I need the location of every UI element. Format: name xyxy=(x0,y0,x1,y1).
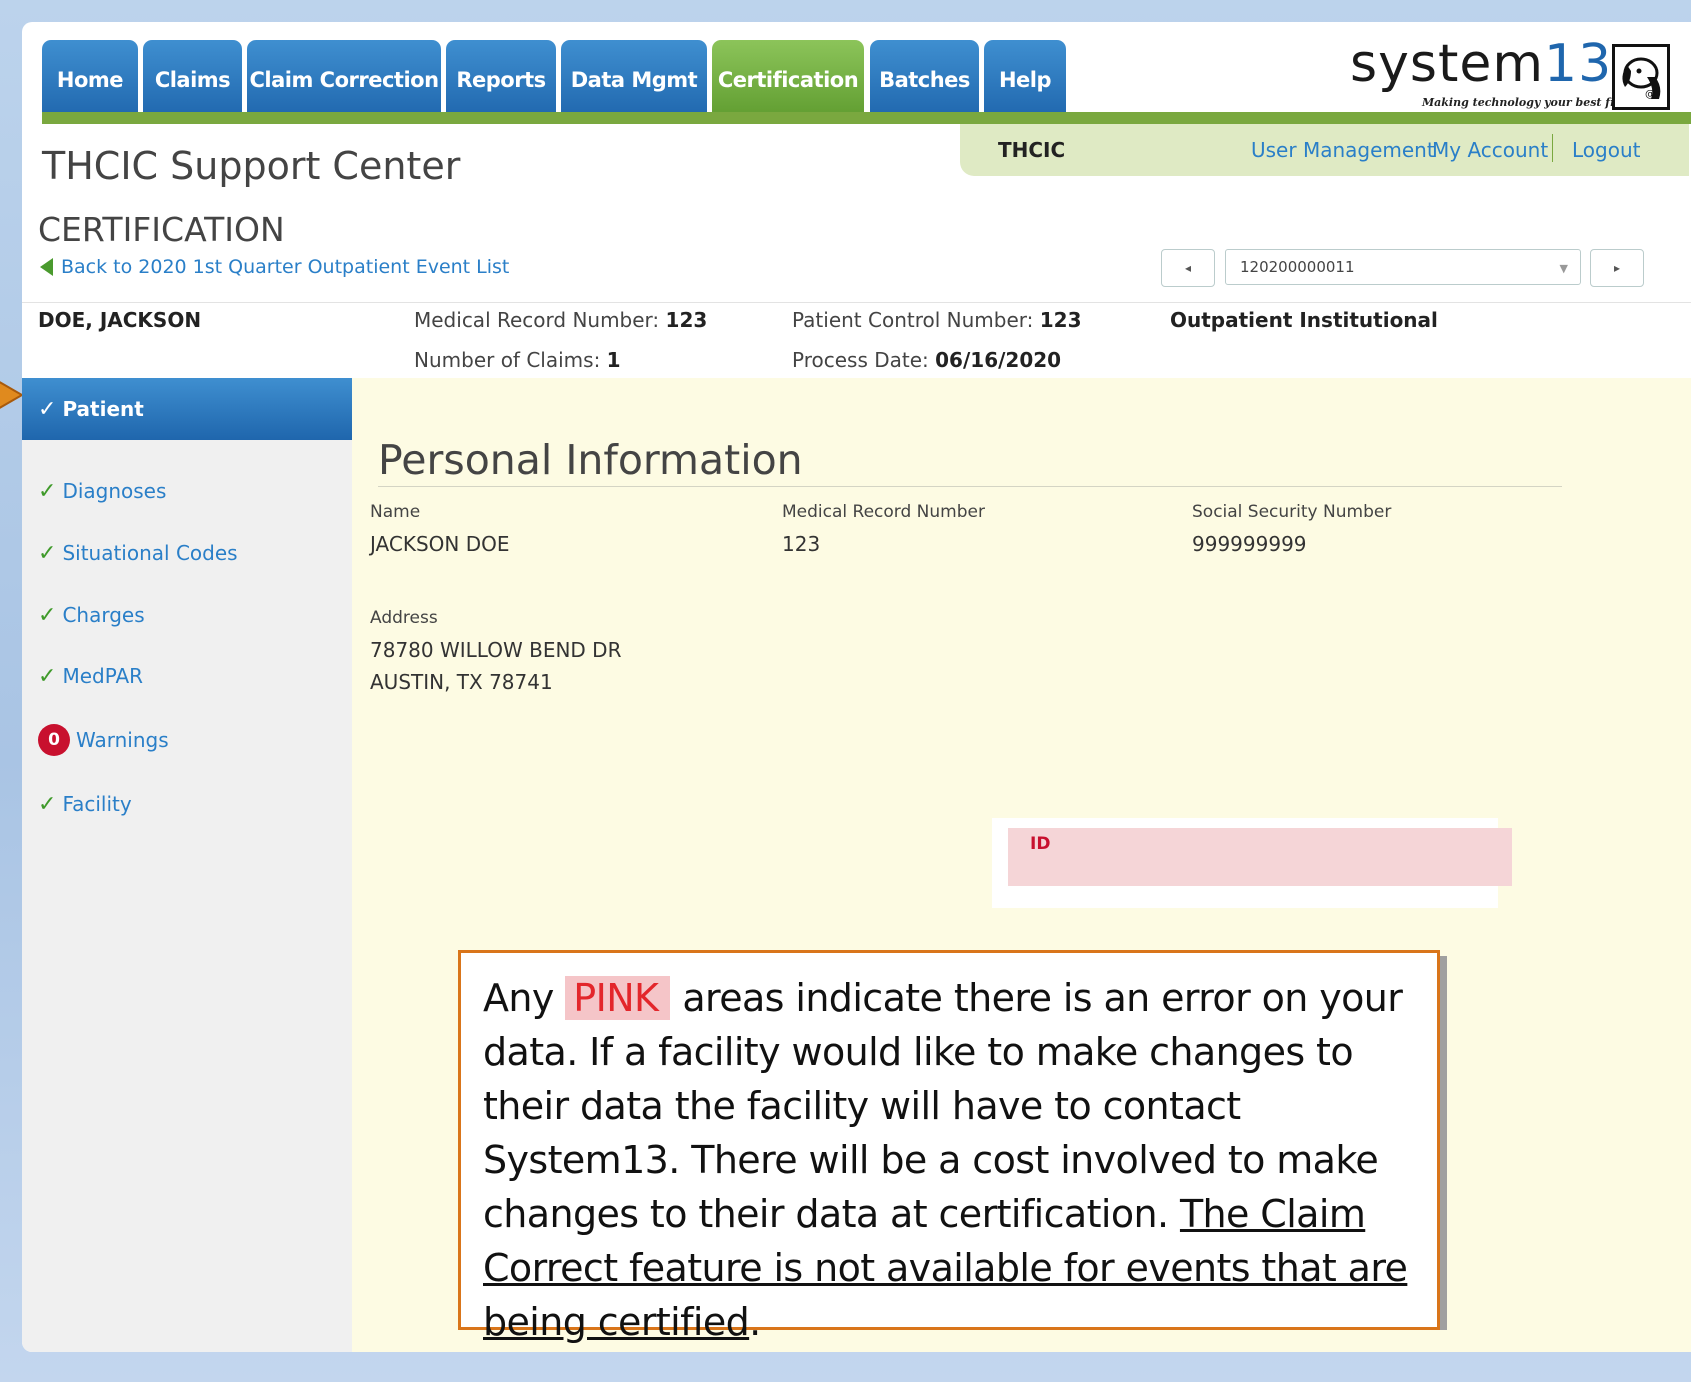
pointer-arrow-icon xyxy=(0,381,22,409)
id-error-box: ID xyxy=(992,818,1512,908)
app-title: THCIC Support Center xyxy=(42,144,461,188)
id-error-label: ID xyxy=(1030,834,1051,854)
check-icon: ✓ xyxy=(38,478,57,504)
claim-select-value: 120200000011 xyxy=(1240,258,1355,276)
check-icon: ✓ xyxy=(38,396,57,422)
header-pcn: Patient Control Number: 123 xyxy=(792,308,1082,332)
logo-word: system xyxy=(1350,34,1544,94)
callout-shadow xyxy=(1440,956,1447,1330)
tab-claim-correction[interactable]: Claim Correction xyxy=(247,40,441,120)
system13-logo: system13 Making technology your best fri… xyxy=(1342,34,1672,116)
check-icon: ✓ xyxy=(38,602,57,628)
header-claims-value: 1 xyxy=(606,348,621,372)
pink-error-callout: Any PINK areas indicate there is an error… xyxy=(458,950,1440,1344)
header-claims: Number of Claims: 1 xyxy=(414,348,621,372)
header-divider-top xyxy=(22,302,1691,303)
claim-select[interactable]: 120200000011 ▼ xyxy=(1225,249,1581,285)
mrn-value: 123 xyxy=(782,532,821,556)
header-process-label: Process Date: xyxy=(792,348,929,372)
header-process-value: 06/16/2020 xyxy=(935,348,1062,372)
section-sidebar: ✓ Patient ✓ Diagnoses ✓ Situational Codes ✓… xyxy=(22,378,352,1352)
header-mrn-label: Medical Record Number: xyxy=(414,308,660,332)
header-process-date: Process Date: 06/16/2020 xyxy=(792,348,1061,372)
ssn-value: 999999999 xyxy=(1192,532,1307,556)
tab-home[interactable]: Home xyxy=(42,40,138,120)
callout-end: . xyxy=(749,1300,761,1344)
sidebar-item-patient[interactable]: ✓ Patient xyxy=(22,378,352,440)
sidebar-item-label: Warnings xyxy=(76,728,169,752)
svg-text:@: @ xyxy=(1645,89,1655,100)
mrn-label: Medical Record Number xyxy=(782,502,985,522)
header-pcn-label: Patient Control Number: xyxy=(792,308,1034,332)
header-pcn-value: 123 xyxy=(1039,308,1082,332)
check-icon: ✓ xyxy=(38,791,57,817)
back-arrow-icon xyxy=(40,258,53,276)
tab-data-mgmt[interactable]: Data Mgmt xyxy=(561,40,707,120)
pink-word-highlight: PINK xyxy=(565,976,671,1020)
back-to-event-list-link[interactable]: Back to 2020 1st Quarter Outpatient Even… xyxy=(40,256,509,278)
name-label: Name xyxy=(370,502,421,522)
warning-count-badge: 0 xyxy=(38,724,70,756)
sidebar-item-medpar[interactable]: ✓ MedPAR xyxy=(22,656,352,696)
sidebar-item-warnings[interactable]: 0 Warnings xyxy=(22,720,352,760)
logout-link[interactable]: Logout xyxy=(1572,138,1640,162)
page-title: CERTIFICATION xyxy=(38,210,285,249)
name-value: JACKSON DOE xyxy=(370,532,510,556)
sidebar-item-diagnoses[interactable]: ✓ Diagnoses xyxy=(22,471,352,511)
sidebar-item-label: Diagnoses xyxy=(62,479,167,503)
header-mrn-value: 123 xyxy=(665,308,708,332)
header-mrn: Medical Record Number: 123 xyxy=(414,308,707,332)
sidebar-item-label: Patient xyxy=(62,397,144,421)
tab-claims[interactable]: Claims xyxy=(143,40,242,120)
id-error-highlight: ID xyxy=(1008,828,1512,886)
previous-claim-button[interactable]: ◂ xyxy=(1161,249,1215,287)
section-divider xyxy=(378,486,1562,487)
address-label: Address xyxy=(370,608,438,628)
tab-reports[interactable]: Reports xyxy=(446,40,556,120)
check-icon: ✓ xyxy=(38,663,57,689)
dog-logo-icon: @ xyxy=(1612,44,1670,110)
check-icon: ✓ xyxy=(38,540,57,566)
sidebar-item-facility[interactable]: ✓ Facility xyxy=(22,784,352,824)
patient-name: DOE, JACKSON xyxy=(38,308,202,332)
sidebar-item-label: Facility xyxy=(62,792,132,816)
tab-help[interactable]: Help xyxy=(984,40,1066,120)
my-account-link[interactable]: My Account xyxy=(1432,138,1548,162)
callout-part-1: Any xyxy=(483,976,554,1020)
header-claims-label: Number of Claims: xyxy=(414,348,601,372)
sidebar-item-label: Situational Codes xyxy=(62,541,238,565)
section-title: Personal Information xyxy=(378,436,803,484)
chevron-down-icon: ▼ xyxy=(1559,262,1568,275)
ssn-label: Social Security Number xyxy=(1192,502,1392,522)
org-name: THCIC xyxy=(998,138,1066,162)
back-link-label: Back to 2020 1st Quarter Outpatient Even… xyxy=(61,256,510,278)
sidebar-item-charges[interactable]: ✓ Charges xyxy=(22,595,352,635)
tab-batches[interactable]: Batches xyxy=(870,40,979,120)
sidebar-item-label: MedPAR xyxy=(62,664,144,688)
sidebar-item-label: Charges xyxy=(62,603,145,627)
claim-type: Outpatient Institutional xyxy=(1170,308,1438,332)
next-claim-button[interactable]: ▸ xyxy=(1590,249,1644,287)
sidebar-item-situational-codes[interactable]: ✓ Situational Codes xyxy=(22,533,352,573)
tab-certification[interactable]: Certification xyxy=(712,40,864,120)
userbar-separator xyxy=(1552,134,1553,162)
user-management-link[interactable]: User Management xyxy=(1251,138,1435,162)
address-line-1: 78780 WILLOW BEND DR xyxy=(370,638,622,662)
user-bar: THCIC User Management My Account Logout xyxy=(960,124,1689,176)
callout-text: Any PINK areas indicate there is an error… xyxy=(483,971,1413,1349)
address-line-2: AUSTIN, TX 78741 xyxy=(370,670,553,694)
logo-number: 13 xyxy=(1544,34,1613,94)
